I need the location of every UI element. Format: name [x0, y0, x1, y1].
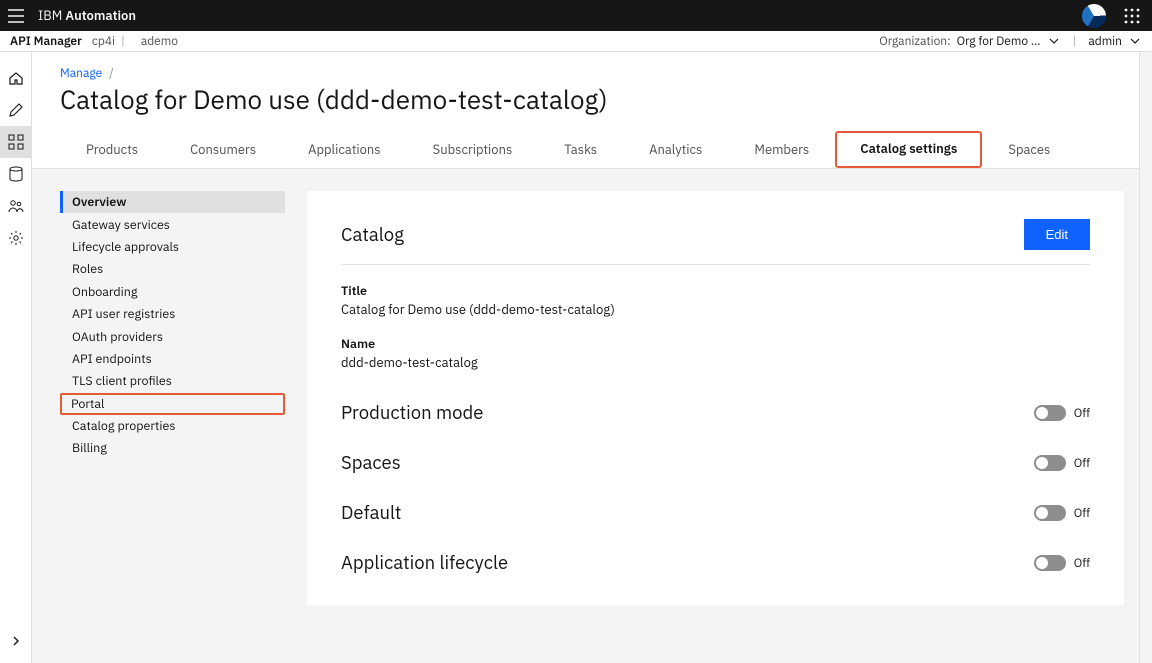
- sideitem-catalog-properties[interactable]: Catalog properties: [60, 415, 285, 437]
- field-title-value: Catalog for Demo use (ddd-demo-test-cata…: [341, 301, 1090, 318]
- chevron-down-icon: [1130, 38, 1140, 44]
- field-title-label: Title: [341, 283, 1090, 299]
- rail-resources[interactable]: [0, 158, 32, 190]
- org-label: Organization:: [879, 34, 950, 49]
- side-menu: Overview Gateway services Lifecycle appr…: [60, 191, 285, 460]
- switch-app-lifecycle[interactable]: [1034, 555, 1066, 571]
- breadcrumb-manage[interactable]: Manage: [60, 66, 102, 81]
- toggle-label: Spaces: [341, 451, 401, 475]
- tab-applications[interactable]: Applications: [282, 131, 407, 168]
- sideitem-overview[interactable]: Overview: [60, 191, 285, 213]
- sideitem-lifecycle-approvals[interactable]: Lifecycle approvals: [60, 236, 285, 258]
- sideitem-api-user-registries[interactable]: API user registries: [60, 303, 285, 325]
- tab-consumers[interactable]: Consumers: [164, 131, 282, 168]
- tab-products[interactable]: Products: [60, 131, 164, 168]
- data-icon: [8, 166, 24, 182]
- sideitem-gateway-services[interactable]: Gateway services: [60, 213, 285, 235]
- tab-subscriptions[interactable]: Subscriptions: [407, 131, 539, 168]
- body: Overview Gateway services Lifecycle appr…: [32, 169, 1152, 627]
- field-title: Title Catalog for Demo use (ddd-demo-tes…: [341, 283, 1090, 318]
- card-heading: Catalog: [341, 223, 404, 247]
- switch-state: Off: [1074, 556, 1090, 571]
- brand: IBM Automation: [38, 7, 136, 24]
- user-name[interactable]: admin: [1088, 34, 1122, 49]
- rail-expand[interactable]: [0, 625, 32, 657]
- menu-toggle[interactable]: [0, 0, 32, 31]
- breadcrumb: Manage /: [32, 52, 1152, 81]
- chevron-down-icon: [1049, 38, 1059, 44]
- settings-card: Catalog Edit Title Catalog for Demo use …: [307, 191, 1124, 605]
- app-switcher[interactable]: [1116, 0, 1148, 31]
- tabs: Products Consumers Applications Subscrip…: [32, 131, 1152, 168]
- context-1: cp4i: [92, 34, 115, 49]
- tab-members[interactable]: Members: [728, 131, 835, 168]
- brand-suffix: Automation: [65, 7, 136, 24]
- field-name-value: ddd-demo-test-catalog: [341, 354, 1090, 371]
- brand-prefix: IBM: [38, 7, 62, 24]
- shell: Manage / Catalog for Demo use (ddd-demo-…: [0, 52, 1152, 663]
- field-name: Name ddd-demo-test-catalog: [341, 336, 1090, 371]
- toggle-label: Default: [341, 501, 401, 525]
- toggle-default: Default Off: [341, 501, 1090, 525]
- switch-state: Off: [1074, 406, 1090, 421]
- sideitem-roles[interactable]: Roles: [60, 258, 285, 280]
- sub-header: API Manager cp4i | ademo Organization: O…: [0, 31, 1152, 52]
- toggle-production-mode: Production mode Off: [341, 401, 1090, 425]
- sideitem-api-endpoints[interactable]: API endpoints: [60, 348, 285, 370]
- content: Manage / Catalog for Demo use (ddd-demo-…: [32, 52, 1152, 663]
- switch-state: Off: [1074, 456, 1090, 471]
- toggle-spaces: Spaces Off: [341, 451, 1090, 475]
- rail-home[interactable]: [0, 62, 32, 94]
- card-header: Catalog Edit: [341, 219, 1090, 265]
- grid-icon: [8, 134, 24, 150]
- global-header: IBM Automation: [0, 0, 1152, 31]
- sideitem-oauth-providers[interactable]: OAuth providers: [60, 325, 285, 347]
- context-2: ademo: [141, 34, 178, 49]
- tab-catalog-settings[interactable]: Catalog settings: [835, 131, 982, 168]
- sideitem-billing[interactable]: Billing: [60, 437, 285, 459]
- sideitem-tls-client-profiles[interactable]: TLS client profiles: [60, 370, 285, 392]
- separator: |: [121, 34, 125, 49]
- app-title: API Manager: [10, 34, 82, 49]
- tab-spaces[interactable]: Spaces: [982, 131, 1076, 168]
- edit-button[interactable]: Edit: [1024, 219, 1090, 250]
- apps-grid-icon: [1124, 8, 1140, 24]
- toggle-label: Production mode: [341, 401, 483, 425]
- org-dropdown[interactable]: [1047, 34, 1061, 48]
- page-header: Manage / Catalog for Demo use (ddd-demo-…: [32, 52, 1152, 169]
- hamburger-icon: [8, 9, 24, 23]
- left-rail: [0, 52, 32, 663]
- page-title: Catalog for Demo use (ddd-demo-test-cata…: [32, 81, 1152, 131]
- user-dropdown[interactable]: [1128, 34, 1142, 48]
- org-value[interactable]: Org for Demo …: [957, 34, 1041, 49]
- switch-spaces[interactable]: [1034, 455, 1066, 471]
- rail-manage[interactable]: [0, 126, 32, 158]
- breadcrumb-slash: /: [109, 66, 114, 81]
- tab-analytics[interactable]: Analytics: [623, 131, 728, 168]
- sideitem-onboarding[interactable]: Onboarding: [60, 281, 285, 303]
- rail-develop[interactable]: [0, 94, 32, 126]
- switch-production-mode[interactable]: [1034, 405, 1066, 421]
- toggle-app-lifecycle: Application lifecycle Off: [341, 551, 1090, 575]
- field-name-label: Name: [341, 336, 1090, 352]
- members-icon: [8, 198, 24, 214]
- home-icon: [8, 70, 24, 86]
- rail-members[interactable]: [0, 190, 32, 222]
- toggle-label: Application lifecycle: [341, 551, 508, 575]
- scrollbar[interactable]: [1139, 52, 1152, 663]
- separator: |: [1073, 34, 1077, 49]
- tab-tasks[interactable]: Tasks: [538, 131, 623, 168]
- switch-state: Off: [1074, 506, 1090, 521]
- chevron-right-icon: [10, 635, 22, 647]
- edit-icon: [8, 102, 24, 118]
- rail-settings[interactable]: [0, 222, 32, 254]
- switch-default[interactable]: [1034, 505, 1066, 521]
- avatar[interactable]: [1082, 4, 1106, 28]
- sideitem-portal[interactable]: Portal: [60, 393, 285, 415]
- settings-icon: [8, 230, 24, 246]
